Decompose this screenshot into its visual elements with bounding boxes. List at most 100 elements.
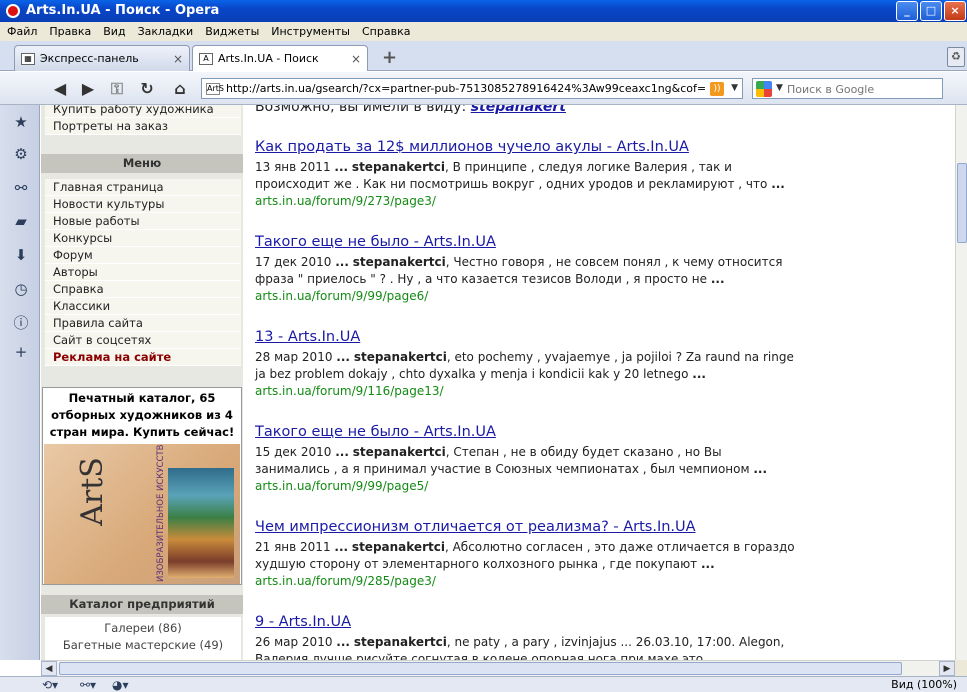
- result-title[interactable]: 13 - Arts.In.UA: [255, 329, 815, 345]
- turbo-icon[interactable]: ◕▾: [112, 678, 129, 692]
- site-left-column: Купить работу художника Портреты на зака…: [41, 105, 243, 660]
- did-you-mean: Возможно, вы имели в виду: stepanakert: [255, 105, 566, 115]
- unite-icon[interactable]: ⚯: [12, 179, 30, 197]
- top-links: Купить работу художника Портреты на зака…: [45, 105, 241, 135]
- add-panel-icon[interactable]: +: [12, 343, 30, 361]
- forward-arrow-icon[interactable]: ▶: [78, 79, 98, 99]
- menu-link[interactable]: Авторы: [45, 264, 241, 281]
- key-icon[interactable]: ⚿: [107, 79, 127, 99]
- horizontal-scrollbar[interactable]: ◀ ▶: [41, 660, 955, 676]
- menu-file[interactable]: Файл: [0, 25, 42, 38]
- menu-link[interactable]: Главная страница: [45, 179, 241, 196]
- ad-text[interactable]: Печатный каталог, 65 отборных художников…: [43, 390, 241, 441]
- painting-image: [168, 468, 234, 578]
- result-item: Такого еще не было - Arts.In.UA 15 дек 2…: [255, 424, 815, 494]
- scroll-right-icon[interactable]: ▶: [939, 661, 955, 676]
- menu-link[interactable]: Справка: [45, 281, 241, 298]
- scroll-left-icon[interactable]: ◀: [41, 661, 57, 676]
- bookmarks-icon[interactable]: ★: [12, 113, 30, 131]
- result-url: arts.in.ua/forum/9/285/page3/: [255, 574, 436, 588]
- reload-icon[interactable]: ↻: [137, 79, 157, 99]
- trash-icon[interactable]: ♻: [947, 47, 965, 67]
- result-url: arts.in.ua/forum/9/273/page3/: [255, 194, 436, 208]
- unite-status-icon[interactable]: ⚯▾: [80, 678, 96, 692]
- arts-logo: ArtS: [74, 457, 110, 526]
- close-button[interactable]: ×: [944, 1, 966, 21]
- did-you-mean-link[interactable]: stepanakert: [471, 105, 566, 115]
- scroll-corner: [955, 660, 967, 676]
- search-box[interactable]: ▼: [752, 78, 943, 99]
- info-icon[interactable]: ⓘ: [12, 314, 30, 332]
- vertical-scrollbar[interactable]: [955, 105, 967, 660]
- chevron-down-icon[interactable]: ▼: [731, 83, 738, 93]
- catalog-item[interactable]: Галереи (86): [45, 620, 241, 637]
- opera-logo-icon: [6, 4, 20, 18]
- zoom-level[interactable]: Вид (100%): [891, 678, 957, 691]
- home-icon[interactable]: ⌂: [170, 79, 190, 99]
- tab-bar: ▦ Экспресс-панель × A Arts.In.UA - Поиск…: [0, 41, 967, 71]
- minimize-button[interactable]: _: [896, 1, 918, 21]
- result-url: arts.in.ua/forum/9/99/page5/: [255, 479, 429, 493]
- result-item: Как продать за 12$ миллионов чучело акул…: [255, 139, 815, 209]
- menu-widgets[interactable]: Виджеты: [198, 25, 264, 38]
- menu-link[interactable]: Сайт в соцсетях: [45, 332, 241, 349]
- menu-link-advertising[interactable]: Реклама на сайте: [45, 349, 241, 366]
- menu-bookmarks[interactable]: Закладки: [131, 25, 199, 38]
- url-field[interactable]: ArtS http://arts.in.ua/gsearch/?cx=partn…: [201, 78, 743, 99]
- page-content: Купить работу художника Портреты на зака…: [41, 105, 955, 660]
- result-item: Такого еще не было - Arts.In.UA 17 дек 2…: [255, 234, 815, 304]
- catalog-list: Галереи (86) Багетные мастерские (49): [45, 617, 241, 660]
- back-arrow-icon[interactable]: ◀: [50, 79, 70, 99]
- catalog-title: Каталог предприятий: [41, 595, 243, 614]
- menu-edit[interactable]: Правка: [42, 25, 96, 38]
- status-bar: ⟲▾ ⚯▾ ◕▾ Вид (100%): [0, 676, 967, 692]
- address-toolbar: ◀ ▶ ⚿ ↻ ⌂ ArtS http://arts.in.ua/gsearch…: [0, 72, 967, 105]
- menu-view[interactable]: Вид: [96, 25, 130, 38]
- speed-dial-icon: ▦: [21, 52, 35, 65]
- menu-link[interactable]: Новости культуры: [45, 196, 241, 213]
- result-title[interactable]: 9 - Arts.In.UA: [255, 614, 815, 630]
- catalog-ad[interactable]: Печатный каталог, 65 отборных художников…: [42, 387, 242, 585]
- chevron-down-icon[interactable]: ▼: [776, 83, 783, 93]
- title-bar: Arts.In.UA - Поиск - Opera _ □ ×: [0, 0, 967, 22]
- maximize-button[interactable]: □: [920, 1, 942, 21]
- menu-tools[interactable]: Инструменты: [264, 25, 355, 38]
- downloads-icon[interactable]: ⬇: [12, 246, 30, 264]
- catalog-item[interactable]: Багетные мастерские (49): [45, 637, 241, 654]
- menu-link[interactable]: Форум: [45, 247, 241, 264]
- vertical-scroll-thumb[interactable]: [957, 163, 967, 243]
- menu-link[interactable]: Новые работы: [45, 213, 241, 230]
- tab-search[interactable]: A Arts.In.UA - Поиск ×: [192, 45, 368, 71]
- result-item: 9 - Arts.In.UA 26 мар 2010 ... stepanake…: [255, 614, 815, 660]
- result-title[interactable]: Чем импрессионизм отличается от реализма…: [255, 519, 815, 535]
- cover-title: ИЗОБРАЗИТЕЛЬНОЕ ИСКУССТВО: [156, 444, 166, 582]
- result-snippet: 13 янв 2011 ... stepanakertci, В принцип…: [255, 160, 785, 191]
- result-snippet: 21 янв 2011 ... stepanakertci, Абсолютно…: [255, 540, 795, 571]
- menu-link[interactable]: Классики: [45, 298, 241, 315]
- sync-icon[interactable]: ⟲▾: [42, 678, 58, 692]
- result-title[interactable]: Такого еще не было - Arts.In.UA: [255, 424, 815, 440]
- history-icon[interactable]: ◷: [12, 280, 30, 298]
- rss-icon[interactable]: )): [710, 82, 724, 96]
- catalog-cover-image[interactable]: ArtS ИЗОБРАЗИТЕЛЬНОЕ ИСКУССТВО: [44, 444, 240, 584]
- horizontal-scroll-thumb[interactable]: [59, 662, 902, 675]
- url-text[interactable]: http://arts.in.ua/gsearch/?cx=partner-pu…: [226, 82, 706, 95]
- result-title[interactable]: Как продать за 12$ миллионов чучело акул…: [255, 139, 815, 155]
- link-portraits[interactable]: Портреты на заказ: [45, 118, 241, 135]
- tab-label: Arts.In.UA - Поиск: [218, 52, 319, 65]
- tab-speed-dial[interactable]: ▦ Экспресс-панель ×: [14, 45, 190, 71]
- google-icon[interactable]: [756, 81, 772, 97]
- search-input[interactable]: [787, 81, 937, 97]
- widgets-icon[interactable]: ⚙: [12, 145, 30, 163]
- menu-help[interactable]: Справка: [355, 25, 415, 38]
- notes-icon[interactable]: ▰: [12, 212, 30, 230]
- tab-close-icon[interactable]: ×: [173, 52, 183, 66]
- result-title[interactable]: Такого еще не было - Arts.In.UA: [255, 234, 815, 250]
- result-snippet: 17 дек 2010 ... stepanakertci, Честно го…: [255, 255, 783, 286]
- menu-link[interactable]: Конкурсы: [45, 230, 241, 247]
- link-buy-artwork[interactable]: Купить работу художника: [45, 105, 241, 118]
- site-icon: ArtS: [206, 83, 224, 95]
- tab-close-icon[interactable]: ×: [351, 52, 361, 66]
- new-tab-button[interactable]: +: [382, 47, 397, 68]
- menu-link[interactable]: Правила сайта: [45, 315, 241, 332]
